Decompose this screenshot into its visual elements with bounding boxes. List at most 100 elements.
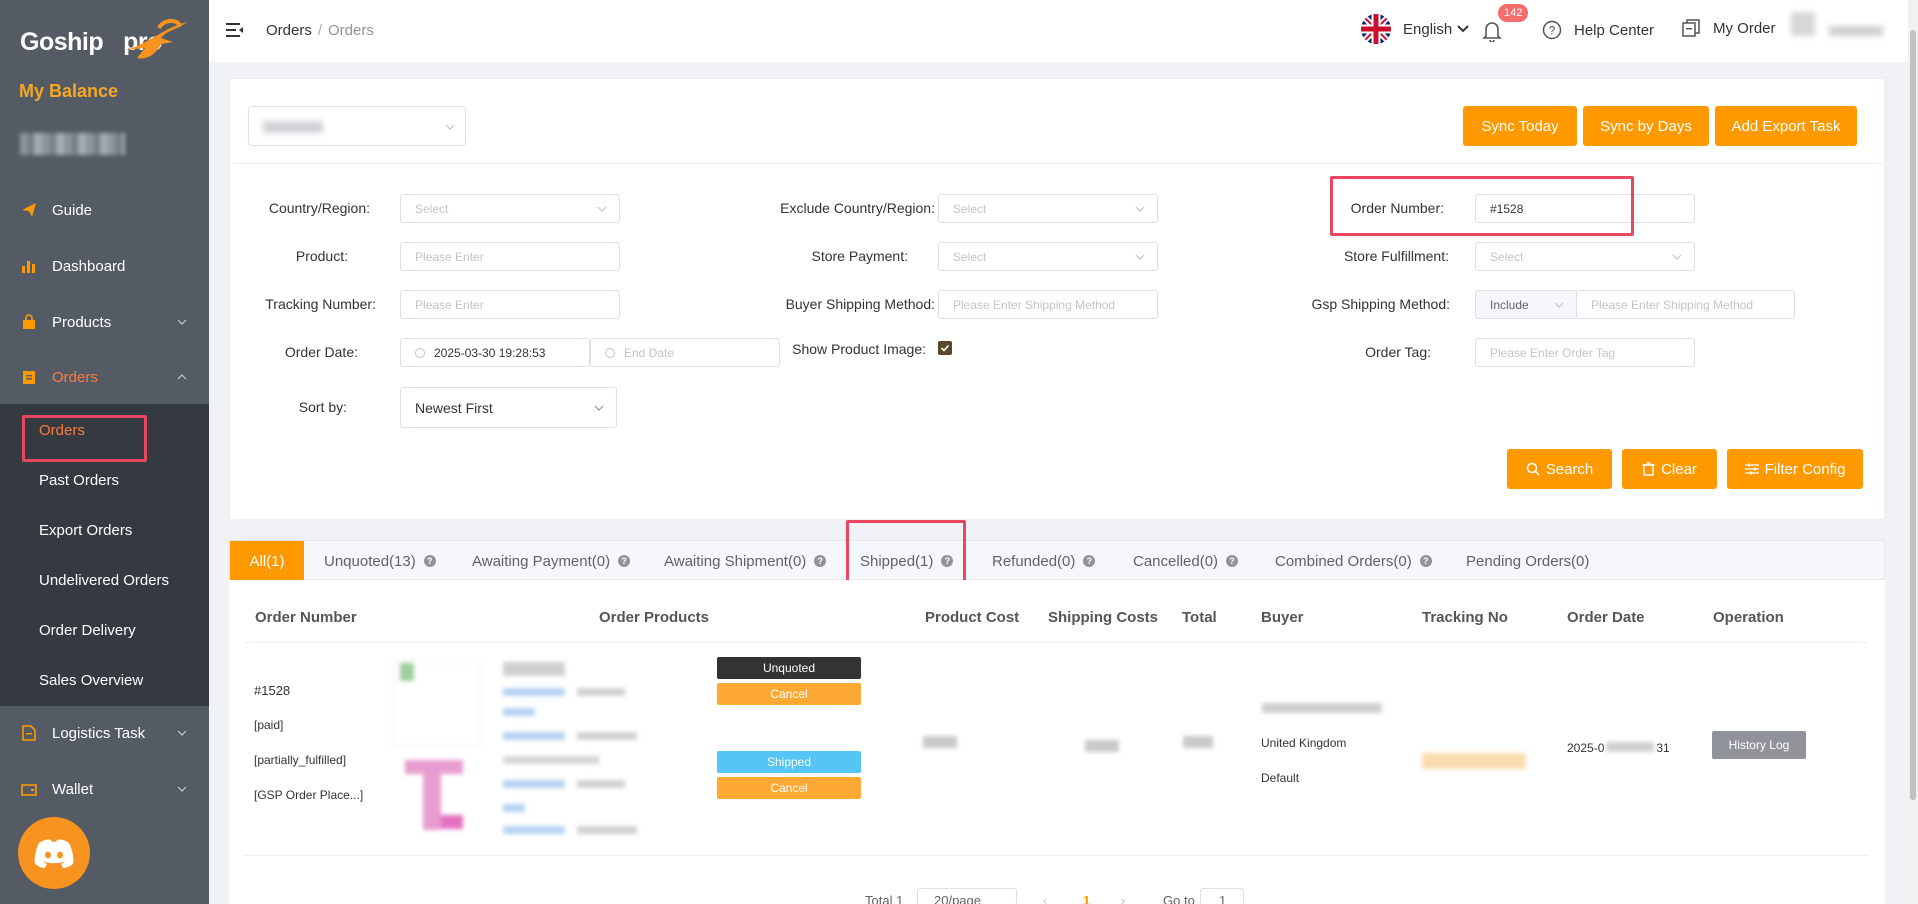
page-number[interactable]: 1 (1083, 893, 1090, 904)
tab-cancelled[interactable]: Cancelled(0)? (1133, 541, 1239, 581)
store-payment-placeholder: Select (953, 249, 987, 264)
sidebar-item-logistics-task[interactable]: Logistics Task (0, 708, 209, 758)
add-export-task-button[interactable]: Add Export Task (1715, 106, 1857, 146)
goto-page-input[interactable]: 1 (1200, 888, 1244, 904)
tab-pending-orders[interactable]: Pending Orders(0) (1466, 541, 1589, 581)
shopping-bag-icon (20, 313, 38, 331)
sidebar-item-orders[interactable]: Orders (0, 352, 209, 402)
sidebar-item-wallet[interactable]: Wallet (0, 764, 209, 814)
document-list-icon (1682, 19, 1700, 37)
search-button[interactable]: Search (1507, 449, 1612, 489)
order-date-redacted (1606, 742, 1655, 752)
country-select[interactable]: Select (400, 194, 620, 223)
column-header: Buyer (1261, 609, 1304, 626)
highlight-box (1330, 176, 1634, 236)
order-tag-label: Order Tag: (1365, 344, 1431, 360)
order-tag: [partially_fulfilled] (254, 753, 347, 767)
help-center-link[interactable]: ? Help Center (1542, 20, 1654, 40)
sync-today-button[interactable]: Sync Today (1463, 106, 1577, 146)
cancel-button[interactable]: Cancel (717, 683, 861, 705)
order-number-cell[interactable]: #1528 (254, 683, 290, 698)
bar-chart-icon (20, 257, 38, 275)
help-icon[interactable]: ? (1419, 555, 1432, 567)
language-label: English (1403, 20, 1453, 38)
submenu-item-undelivered-orders[interactable]: Undelivered Orders (39, 572, 169, 589)
breadcrumb-item: Orders (328, 22, 374, 39)
buyer-country: United Kingdom (1261, 736, 1347, 750)
tab-awaiting-shipment[interactable]: Awaiting Shipment(0)? (664, 541, 827, 581)
my-order-link[interactable]: My Order (1681, 18, 1776, 38)
total-redacted (1183, 736, 1213, 748)
tab-awaiting-payment[interactable]: Awaiting Payment(0)? (472, 541, 631, 581)
clear-button[interactable]: Clear (1622, 449, 1717, 489)
start-date-input[interactable]: 2025-03-30 19:28:53 (400, 338, 590, 367)
sort-select[interactable]: Newest First (400, 387, 617, 428)
gsp-shipping-label: Gsp Shipping Method: (1311, 296, 1450, 312)
menu-toggle-icon[interactable] (226, 22, 244, 38)
sidebar-item-label: Dashboard (52, 257, 126, 275)
prev-page-icon[interactable]: ‹ (1043, 893, 1047, 904)
order-date-label: Order Date: (284, 344, 358, 360)
help-icon[interactable]: ? (814, 555, 827, 567)
unquoted-status-badge: Unquoted (717, 657, 861, 679)
order-tag: [paid] (254, 718, 284, 732)
sync-by-days-button[interactable]: Sync by Days (1583, 106, 1709, 146)
help-icon[interactable]: ? (1083, 555, 1096, 567)
product-input[interactable]: Please Enter (400, 242, 620, 271)
store-payment-label: Store Payment: (811, 248, 909, 264)
user-name-redacted[interactable] (1829, 26, 1883, 36)
language-selector[interactable]: English (1361, 14, 1470, 44)
breadcrumb-item[interactable]: Orders (266, 22, 312, 39)
cancel-button[interactable]: Cancel (717, 777, 861, 799)
buyer-shipping-input[interactable]: Please Enter Shipping Method (938, 290, 1158, 319)
store-select[interactable] (248, 106, 466, 146)
show-image-checkbox[interactable] (938, 341, 952, 355)
page-size-select[interactable]: 20/page (917, 888, 1017, 904)
product-image[interactable] (393, 760, 481, 844)
bell-icon[interactable] (1482, 20, 1502, 42)
order-tag-input[interactable]: Please Enter Order Tag (1475, 338, 1695, 367)
chevron-down-icon (594, 405, 604, 411)
history-log-button[interactable]: History Log (1712, 731, 1806, 759)
discord-button[interactable] (18, 817, 90, 889)
help-icon[interactable]: ? (618, 555, 631, 567)
tab-combined-orders[interactable]: Combined Orders(0)? (1275, 541, 1432, 581)
balance-value-redacted (20, 133, 125, 155)
tracking-number-input[interactable]: Please Enter (400, 290, 620, 319)
next-page-icon[interactable]: › (1121, 893, 1125, 904)
end-date-input[interactable]: End Date (590, 338, 780, 367)
help-center-label: Help Center (1574, 21, 1655, 39)
gsp-include-select[interactable]: Include (1475, 290, 1577, 319)
sidebar-item-dashboard[interactable]: Dashboard (0, 241, 209, 291)
filter-config-button[interactable]: Filter Config (1727, 449, 1863, 489)
scrollbar-thumb[interactable] (1910, 30, 1916, 800)
product-info-redacted (503, 660, 653, 840)
submenu-item-export-orders[interactable]: Export Orders (39, 522, 132, 539)
tracking-number-redacted[interactable] (1422, 753, 1526, 769)
country-placeholder: Select (415, 201, 449, 216)
help-icon[interactable]: ? (423, 555, 436, 567)
tab-refunded[interactable]: Refunded(0)? (992, 541, 1096, 581)
submenu-item-sales-overview[interactable]: Sales Overview (39, 672, 143, 689)
chevron-down-icon (445, 124, 455, 130)
tab-all[interactable]: All(1) (230, 541, 304, 581)
gsp-shipping-input[interactable]: Please Enter Shipping Method (1576, 290, 1795, 319)
breadcrumb: Orders / Orders (266, 22, 374, 39)
product-image[interactable] (393, 660, 481, 747)
submenu-item-past-orders[interactable]: Past Orders (39, 472, 119, 489)
question-circle-icon: ? (1542, 20, 1562, 40)
pagination-total: Total 1 (865, 893, 904, 904)
chevron-down-icon (177, 319, 187, 325)
sidebar-item-guide[interactable]: Guide (0, 185, 209, 235)
tab-unquoted[interactable]: Unquoted(13)? (324, 541, 436, 581)
submenu-item-order-delivery[interactable]: Order Delivery (39, 622, 136, 639)
store-fulfillment-select[interactable]: Select (1475, 242, 1695, 271)
avatar[interactable] (1791, 12, 1815, 36)
help-icon[interactable]: ? (1226, 555, 1239, 567)
clock-icon (605, 347, 615, 358)
sliders-icon (1744, 463, 1759, 475)
sidebar-item-products[interactable]: Products (0, 297, 209, 347)
store-payment-select[interactable]: Select (938, 242, 1158, 271)
goto-page-value: 1 (1219, 893, 1227, 904)
exclude-country-select[interactable]: Select (938, 194, 1158, 223)
